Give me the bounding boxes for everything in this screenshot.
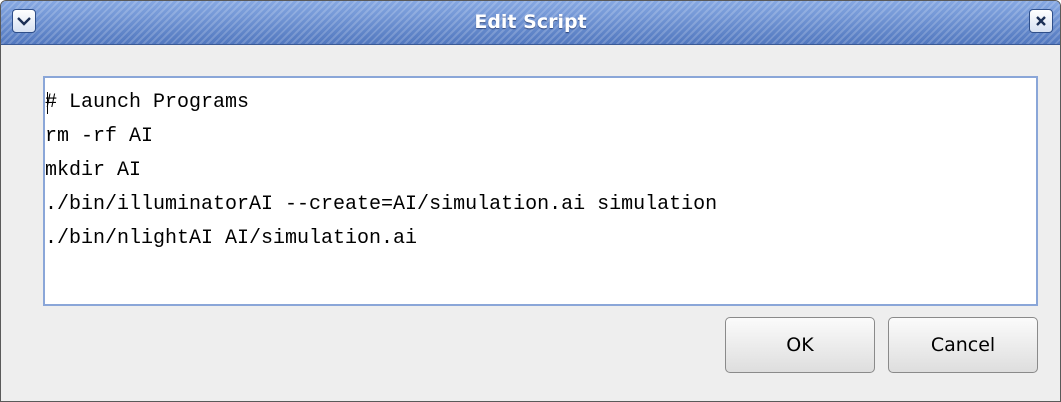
close-icon [1036,16,1046,26]
script-line: ./bin/nlightAI AI/simulation.ai [45,227,418,250]
close-button[interactable] [1029,9,1053,33]
script-line: rm -rf AI [45,125,154,148]
edit-script-dialog: Edit Script # Launch Programs rm -rf AI … [0,0,1061,402]
script-line: # Launch Programs [45,91,250,114]
cancel-button[interactable]: Cancel [888,317,1038,373]
window-title: Edit Script [474,11,587,33]
script-text[interactable]: # Launch Programs rm -rf AI mkdir AI ./b… [45,86,717,256]
script-line: mkdir AI [45,159,142,182]
script-line: ./bin/illuminatorAI --create=AI/simulati… [45,193,718,216]
ok-button[interactable]: OK [725,317,875,373]
title-bar[interactable]: Edit Script [1,1,1060,45]
script-editor[interactable]: # Launch Programs rm -rf AI mkdir AI ./b… [43,76,1038,306]
